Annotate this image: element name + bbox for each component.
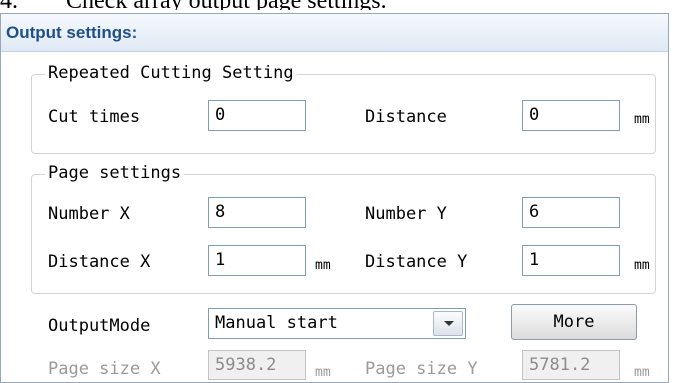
repeated-cutting-title: Repeated Cutting Setting: [45, 63, 297, 83]
page-settings-group: [31, 174, 656, 294]
distance-input[interactable]: 0: [522, 100, 620, 131]
distance-x-unit: mm: [315, 258, 331, 273]
page-size-x-label: Page size X: [48, 359, 161, 379]
page-size-y-label: Page size Y: [365, 359, 478, 379]
distance-y-unit: mm: [634, 258, 650, 273]
number-y-input[interactable]: 6: [522, 197, 620, 228]
cut-times-label: Cut times: [48, 107, 141, 127]
panel-title: Output settings:: [6, 23, 138, 42]
page-size-x-unit: mm: [315, 365, 331, 380]
distance-x-label: Distance X: [48, 252, 151, 272]
distance-x-input[interactable]: 1: [208, 245, 306, 276]
caption-number: 4.: [0, 0, 18, 10]
number-x-label: Number X: [48, 204, 130, 224]
page-settings-title: Page settings: [45, 163, 185, 183]
distance-label: Distance: [365, 107, 447, 127]
page-size-y-unit: mm: [634, 365, 650, 380]
chevron-down-icon: [444, 321, 454, 326]
output-mode-dropdown-button[interactable]: [433, 311, 463, 336]
caption-text: Check array output page settings.: [66, 0, 387, 10]
number-x-input[interactable]: 8: [208, 197, 306, 228]
distance-y-input[interactable]: 1: [522, 245, 620, 276]
number-y-label: Number Y: [365, 204, 447, 224]
output-mode-value: Manual start: [215, 313, 338, 333]
cut-times-input[interactable]: 0: [208, 100, 306, 131]
document-caption: 4. Check array output page settings.: [0, 0, 673, 10]
more-button[interactable]: More: [511, 304, 637, 340]
panel-header: Output settings:: [1, 14, 668, 52]
output-mode-label: OutputMode: [48, 316, 151, 336]
page-size-x-field: 5938.2: [208, 350, 306, 380]
output-settings-panel: Output settings: Repeated Cutting Settin…: [0, 13, 669, 383]
distance-y-label: Distance Y: [365, 252, 468, 272]
distance-unit: mm: [634, 112, 650, 127]
page-size-y-field: 5781.2: [522, 350, 620, 380]
output-mode-select[interactable]: Manual start: [208, 308, 466, 339]
